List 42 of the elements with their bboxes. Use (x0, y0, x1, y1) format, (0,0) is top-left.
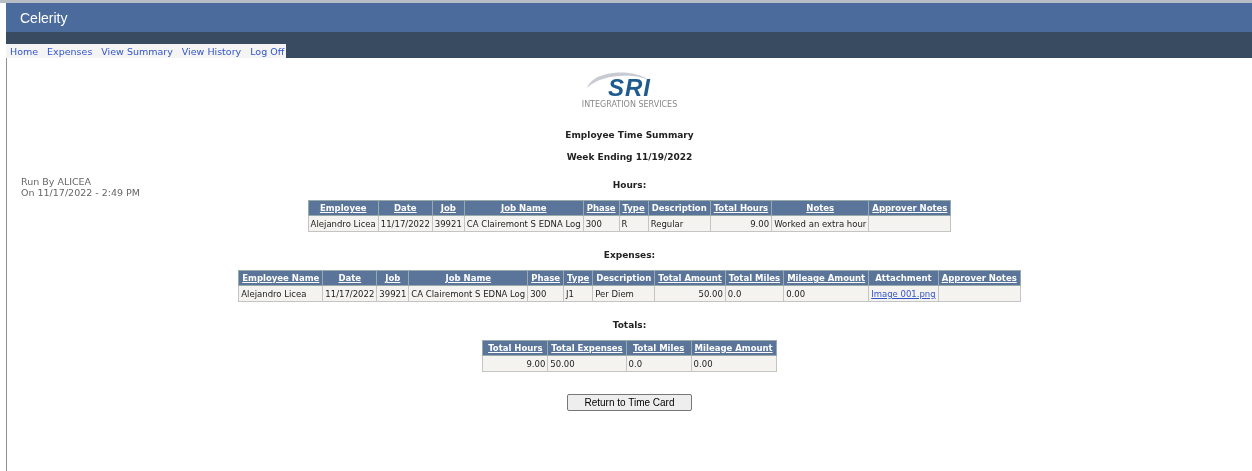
column-header[interactable]: Job Name (464, 200, 584, 216)
column-header[interactable]: Phase (583, 200, 620, 216)
column-header[interactable]: Total Expenses (547, 340, 627, 356)
company-logo: SRI INTEGRATION SERVICES (574, 68, 685, 114)
nav-link[interactable]: Log Off (250, 45, 285, 57)
attachment-link[interactable]: Image 001.png (871, 288, 936, 299)
column-header[interactable]: Date (322, 270, 377, 286)
column-header[interactable]: Job Name (408, 270, 528, 286)
column-header[interactable]: Employee Name (238, 270, 323, 286)
column-header[interactable]: Notes (771, 200, 869, 216)
run-info: Run By ALICEA (21, 176, 93, 187)
column-header: Attachment (868, 270, 939, 286)
section-heading: Expenses: (603, 250, 656, 260)
report-subtitle: Week Ending 11/19/2022 (566, 152, 693, 162)
column-header[interactable]: Approver Notes (938, 270, 1021, 286)
column-header[interactable]: Date (378, 200, 433, 216)
run-info: On 11/17/2022 - 2:49 PM (21, 187, 141, 198)
report-title: Employee Time Summary (565, 130, 694, 140)
column-header: Description (648, 200, 711, 216)
nav-link[interactable]: Expenses (47, 45, 93, 57)
column-header[interactable]: Job (432, 200, 465, 216)
column-header[interactable]: Type (619, 200, 649, 216)
nav-link[interactable]: View History (181, 45, 242, 57)
nav-link[interactable]: Home (10, 45, 39, 57)
column-header[interactable]: Total Miles (626, 340, 692, 356)
column-header[interactable]: Employee (308, 200, 379, 216)
section-heading: Hours: (612, 180, 647, 190)
column-header[interactable]: Total Miles (725, 270, 784, 286)
column-header[interactable]: Total Amount (654, 270, 726, 286)
section-heading: Totals: (612, 320, 647, 330)
column-header[interactable]: Total Hours (710, 200, 772, 216)
column-header: Description (592, 270, 655, 286)
column-header[interactable]: Total Hours (482, 340, 548, 356)
column-header[interactable]: Job (376, 270, 409, 286)
app-title: Celerity (20, 9, 68, 26)
return-button[interactable]: Return to Time Card (567, 394, 692, 411)
column-header[interactable]: Mileage Amount (691, 340, 777, 356)
nav-link[interactable]: View Summary (101, 45, 173, 57)
column-header[interactable]: Type (563, 270, 593, 286)
column-header[interactable]: Phase (527, 270, 564, 286)
column-header[interactable]: Mileage Amount (783, 270, 869, 286)
column-header[interactable]: Approver Notes (868, 200, 951, 216)
